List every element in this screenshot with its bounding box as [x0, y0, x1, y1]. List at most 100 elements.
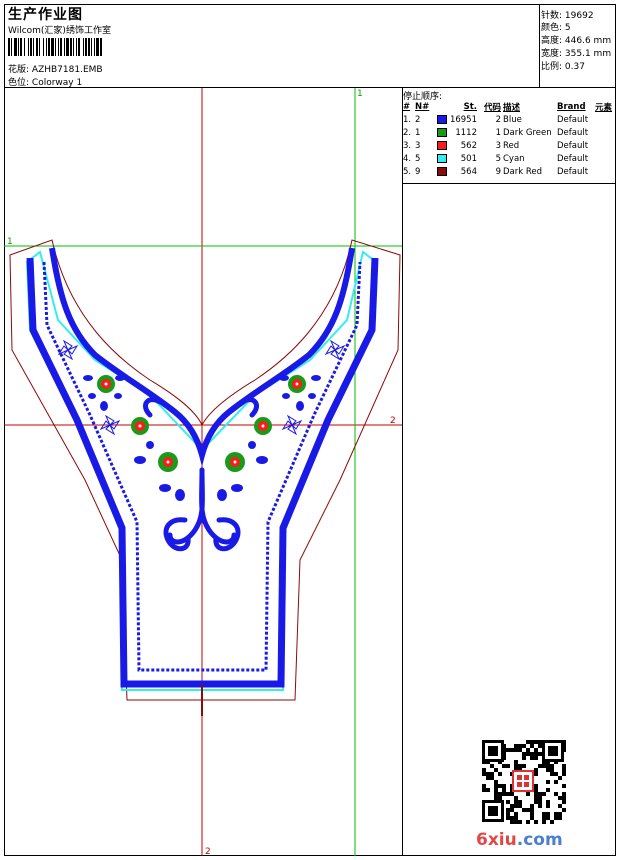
- cell-desc: Blue: [503, 114, 522, 125]
- cell-code: 3: [495, 140, 501, 151]
- cell-code: 9: [495, 166, 501, 177]
- qr-finder-core: [488, 746, 498, 756]
- qr-module: [498, 772, 502, 776]
- flower-5: [254, 417, 272, 435]
- qr-module: [538, 764, 542, 768]
- qr-module: [542, 812, 546, 816]
- red-seal-icon: [512, 770, 534, 792]
- qr-module: [558, 796, 562, 800]
- stitch-count: 562: [460, 140, 477, 151]
- qr-module: [490, 772, 494, 776]
- qr-module: [542, 816, 546, 820]
- qr-module: [534, 792, 538, 796]
- qr-module: [534, 740, 538, 744]
- cell-desc: Cyan: [503, 153, 525, 164]
- stitch-count: 1112: [455, 127, 477, 138]
- qr-module: [562, 768, 566, 772]
- qr-module: [542, 820, 546, 824]
- flower-1: [97, 375, 115, 393]
- qr-finder-core: [548, 746, 558, 756]
- qr-module: [534, 752, 538, 756]
- qr-module: [538, 744, 542, 748]
- stitch-count: 16951: [449, 114, 477, 125]
- qr-module: [494, 788, 498, 792]
- qr-module: [558, 812, 562, 816]
- watermark-text-a: 6xiu: [476, 830, 517, 850]
- cell-stitches: 16951: [436, 113, 478, 126]
- qr-module: [506, 748, 510, 752]
- qr-module: [494, 768, 498, 772]
- qr-module: [538, 740, 542, 744]
- qr-module: [546, 764, 550, 768]
- col-element-header: 元素: [595, 103, 613, 113]
- qr-module: [538, 804, 542, 808]
- color-swatch: [437, 153, 447, 163]
- qr-module: [518, 820, 522, 824]
- qr-module: [514, 760, 518, 764]
- qr-module: [546, 768, 550, 772]
- qr-module: [526, 808, 530, 812]
- qr-module: [530, 756, 534, 760]
- qr-module: [534, 820, 538, 824]
- table-row: 3. 3 562 3 Red Default: [402, 139, 616, 152]
- watermark-text-b: .com: [516, 830, 563, 850]
- stat-label: 宽度:: [541, 49, 563, 59]
- cell-element: [594, 113, 616, 126]
- stat-label: 颜色:: [541, 23, 563, 33]
- col-num-header: #: [403, 102, 411, 112]
- qr-module: [522, 744, 526, 748]
- qr-module: [554, 812, 558, 816]
- qr-module: [514, 816, 518, 820]
- qr-module: [510, 804, 514, 808]
- qr-module: [506, 816, 510, 820]
- col-st-header: St.: [463, 102, 477, 112]
- cell-num: 2.: [403, 127, 412, 138]
- qr-module: [510, 820, 514, 824]
- qr-module: [502, 788, 506, 792]
- qr-module: [506, 800, 510, 804]
- qr-module: [486, 776, 490, 780]
- cell-num: 5.: [403, 166, 412, 177]
- qr-module: [562, 792, 566, 796]
- qr-module: [530, 812, 534, 816]
- qr-module: [562, 764, 566, 768]
- color-sequence-table: # N# St. 代码 描述 Brand 元素 1. 2 16951 2 Blue Def…: [402, 101, 616, 178]
- qr-module: [550, 764, 554, 768]
- qr-module: [498, 796, 502, 800]
- qr-module: [506, 764, 510, 768]
- qr-module: [490, 764, 494, 768]
- col-n-header: N#: [415, 102, 430, 112]
- qr-module: [546, 816, 550, 820]
- qr-module: [546, 800, 550, 804]
- qr-module: [558, 776, 562, 780]
- qr-module: [482, 784, 486, 788]
- qr-module: [554, 816, 558, 820]
- qr-module: [518, 800, 522, 804]
- qr-module: [530, 808, 534, 812]
- qr-module: [514, 764, 518, 768]
- table-header-row: # N# St. 代码 描述 Brand 元素: [402, 101, 616, 113]
- cell-code: 2: [495, 114, 501, 125]
- qr-module: [506, 812, 510, 816]
- stat-scale: 比例: 0.37: [541, 59, 585, 72]
- stat-value: 446.6 mm: [564, 36, 612, 46]
- cell-brand: Default: [557, 114, 589, 125]
- qr-module: [482, 788, 486, 792]
- qr-module: [562, 796, 566, 800]
- table-row: 5. 9 564 9 Dark Red Default: [402, 165, 616, 178]
- qr-module: [518, 744, 522, 748]
- qr-module: [562, 772, 566, 776]
- cell-desc: Dark Green: [503, 127, 552, 138]
- qr-module: [498, 784, 502, 788]
- qr-module: [510, 808, 514, 812]
- qr-module: [546, 804, 550, 808]
- qr-module: [518, 804, 522, 808]
- qr-module: [482, 772, 486, 776]
- qr-module: [538, 796, 542, 800]
- qr-module: [510, 748, 514, 752]
- qr-module: [534, 772, 538, 776]
- cell-brand: Default: [557, 153, 589, 164]
- stat-width: 宽度: 355.1 mm: [541, 46, 611, 59]
- flower-3: [158, 452, 178, 472]
- qr-module: [534, 784, 538, 788]
